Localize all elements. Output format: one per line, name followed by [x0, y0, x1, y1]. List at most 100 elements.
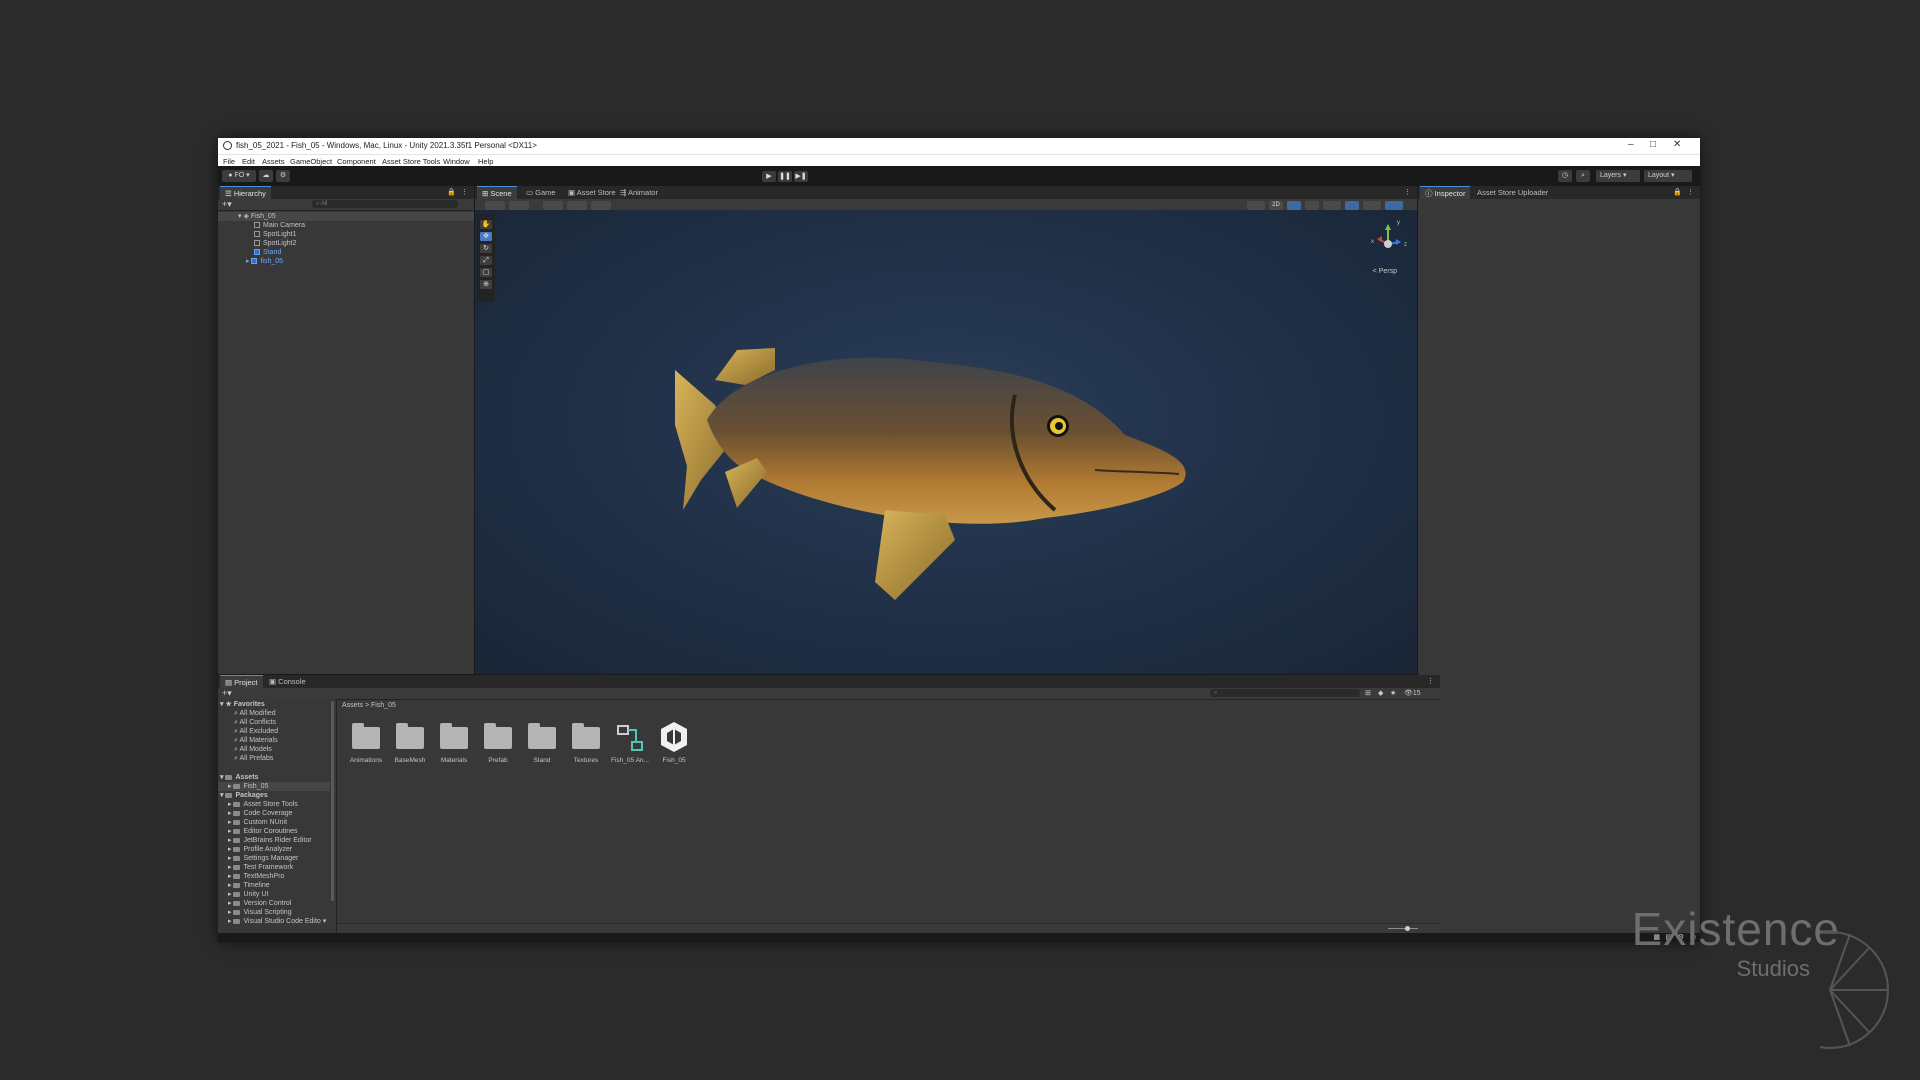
play-button[interactable]: ▶ — [762, 171, 776, 182]
package-item[interactable]: ▸ Visual Studio Code Edito ▾ — [228, 917, 326, 926]
project-search-input[interactable]: ⌕ — [1210, 689, 1360, 697]
tab-hierarchy[interactable]: ☰ Hierarchy — [220, 186, 271, 199]
package-item[interactable]: ▸ TextMeshPro — [228, 872, 284, 881]
cloud-icon[interactable]: ☁ — [259, 170, 273, 182]
menu-gameobject[interactable]: GameObject — [290, 157, 332, 166]
expand-arrow-icon[interactable]: ▾ — [238, 213, 242, 220]
package-item[interactable]: ▸ Profile Analyzer — [228, 845, 292, 854]
zoom-slider-handle[interactable] — [1405, 926, 1410, 931]
toggle-2d-button[interactable]: 2D — [1269, 201, 1283, 210]
favorite-item[interactable]: ⌕ All Modified — [234, 709, 276, 718]
menu-window[interactable]: Window — [443, 157, 470, 166]
tree-item-fish05[interactable]: ▸ Fish_05 — [218, 782, 330, 791]
pause-button[interactable]: ❚❚ — [778, 171, 792, 182]
package-item[interactable]: ▸ Visual Scripting — [228, 908, 292, 917]
tab-game[interactable]: ▭ Game — [521, 186, 561, 199]
menu-help[interactable]: Help — [478, 157, 493, 166]
asset-folder-stand[interactable]: Stand — [522, 723, 562, 764]
more-icon[interactable]: ⋮ — [1687, 188, 1694, 196]
account-dropdown[interactable]: ● FO ▾ — [222, 170, 256, 182]
tab-animator[interactable]: ⇶ Animator — [615, 186, 663, 199]
close-button[interactable]: ✕ — [1673, 139, 1681, 150]
package-item[interactable]: ▸ Unity UI — [228, 890, 268, 899]
scene-viewport[interactable]: ✋ ✥ ↻ ⤢ ▢ ⊕ y x z < Persp — [475, 210, 1417, 674]
hierarchy-item-main-camera[interactable]: Main Camera — [254, 221, 305, 230]
favorites-header[interactable]: ▾ ★ Favorites — [220, 700, 265, 709]
tab-asset-store[interactable]: ▣ Asset Store — [563, 186, 621, 199]
asset-folder-textures[interactable]: Textures — [566, 723, 606, 764]
tab-inspector[interactable]: ⓘ Inspector — [1420, 186, 1471, 199]
zoom-slider-track[interactable] — [1388, 928, 1418, 929]
packages-header[interactable]: ▾ Packages — [220, 791, 268, 800]
favorite-item[interactable]: ⌕ All Prefabs — [234, 754, 273, 763]
filter-type-icon[interactable]: ⊞ — [1365, 689, 1371, 697]
gizmos-dropdown[interactable] — [1385, 201, 1403, 210]
layout-dropdown[interactable]: Layout ▾ — [1644, 170, 1692, 182]
tree-scrollbar[interactable] — [331, 701, 334, 901]
splitter[interactable] — [336, 699, 337, 933]
lock-icon[interactable]: 🔒 — [447, 188, 456, 196]
asset-folder-basemesh[interactable]: BaseMesh — [390, 723, 430, 764]
breadcrumb-assets[interactable]: Assets — [342, 702, 363, 709]
tab-asset-store-uploader[interactable]: Asset Store Uploader — [1472, 186, 1553, 199]
lighting-toggle-icon[interactable] — [1287, 201, 1301, 210]
favorite-item[interactable]: ⌕ All Conflicts — [234, 718, 276, 727]
shading-dropdown[interactable] — [1247, 201, 1265, 210]
package-item[interactable]: ▸ Settings Manager — [228, 854, 298, 863]
package-item[interactable]: ▸ Custom NUnit — [228, 818, 287, 827]
increment-dropdown[interactable] — [591, 201, 611, 210]
hierarchy-item-spotlight2[interactable]: SpotLight2 — [254, 239, 296, 248]
package-item[interactable]: ▸ Version Control — [228, 899, 291, 908]
tab-project[interactable]: ▤ Project — [220, 675, 263, 688]
history-icon[interactable]: ◷ — [1558, 170, 1572, 182]
menu-file[interactable]: File — [223, 157, 235, 166]
menu-component[interactable]: Component — [337, 157, 376, 166]
asset-folder-animations[interactable]: Animations — [346, 723, 386, 764]
grid-dropdown[interactable] — [543, 201, 563, 210]
hierarchy-item-fish05[interactable]: ▸ fish_05 — [246, 257, 283, 266]
snap-dropdown[interactable] — [567, 201, 587, 210]
assets-header[interactable]: ▾ Assets — [220, 773, 258, 782]
asset-animator-controller[interactable]: Fish_05 An... — [610, 725, 650, 764]
favorite-icon[interactable]: ★ — [1390, 689, 1396, 697]
scene-row[interactable]: ▾ ◈ Fish_05 — [218, 212, 474, 221]
favorite-item[interactable]: ⌕ All Models — [234, 745, 272, 754]
more-icon[interactable]: ⋮ — [1427, 677, 1434, 685]
effects-dropdown[interactable] — [1323, 201, 1341, 210]
breadcrumb-fish05[interactable]: Fish_05 — [371, 702, 396, 709]
hidden-packages-count[interactable]: 👁15 — [1404, 689, 1421, 697]
favorite-item[interactable]: ⌕ All Excluded — [234, 727, 278, 736]
tab-console[interactable]: ▣ Console — [264, 675, 311, 688]
audio-toggle-icon[interactable] — [1305, 201, 1319, 210]
layers-dropdown[interactable]: Layers ▾ — [1596, 170, 1640, 182]
step-button[interactable]: ▶❚ — [794, 171, 808, 182]
maximize-button[interactable]: □ — [1650, 139, 1656, 150]
asset-folder-materials[interactable]: Materials — [434, 723, 474, 764]
minimize-button[interactable]: – — [1628, 139, 1634, 150]
hierarchy-item-stand[interactable]: Stand — [254, 248, 281, 257]
favorite-item[interactable]: ⌕ All Materials — [234, 736, 278, 745]
hierarchy-item-spotlight1[interactable]: SpotLight1 — [254, 230, 296, 239]
more-icon[interactable]: ⋮ — [1404, 188, 1411, 196]
menu-asset-store-tools[interactable]: Asset Store Tools — [382, 157, 440, 166]
package-item[interactable]: ▸ Code Coverage — [228, 809, 293, 818]
package-item[interactable]: ▸ JetBrains Rider Editor — [228, 836, 312, 845]
menu-assets[interactable]: Assets — [262, 157, 285, 166]
collab-icon[interactable]: ⚙ — [276, 170, 290, 182]
add-icon[interactable]: +▾ — [222, 688, 232, 698]
expand-arrow-icon[interactable]: ▸ — [246, 258, 250, 265]
asset-folder-prefab[interactable]: Prefab — [478, 723, 518, 764]
pivot-dropdown[interactable] — [509, 201, 529, 210]
filter-label-icon[interactable]: ◆ — [1378, 689, 1383, 697]
asset-scene-fish05[interactable]: Fish_05 — [654, 722, 694, 764]
add-icon[interactable]: +▾ — [222, 199, 232, 209]
menu-edit[interactable]: Edit — [242, 157, 255, 166]
tab-scene[interactable]: ⊞ Scene — [477, 186, 517, 199]
draw-mode-dropdown[interactable] — [485, 201, 505, 210]
hidden-objects-icon[interactable] — [1345, 201, 1359, 210]
package-item[interactable]: ▸ Test Framework — [228, 863, 293, 872]
camera-dropdown[interactable] — [1363, 201, 1381, 210]
package-item[interactable]: ▸ Asset Store Tools — [228, 800, 298, 809]
search-icon[interactable]: ⌕ — [1576, 170, 1590, 182]
hierarchy-search-input[interactable]: ⌕ All — [312, 200, 458, 208]
